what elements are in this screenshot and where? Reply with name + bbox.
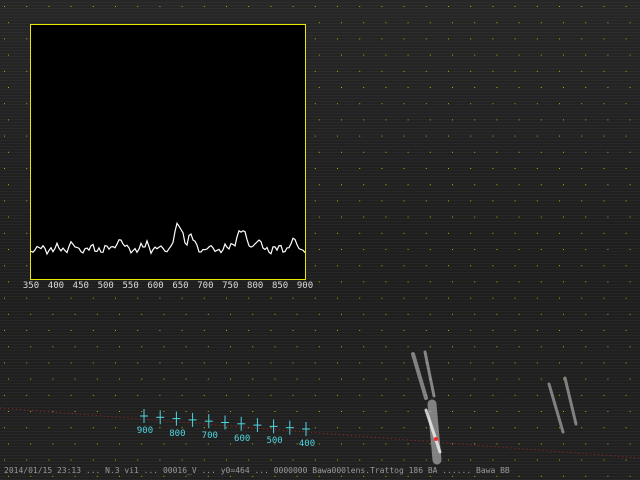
meteor-head-marker — [434, 437, 438, 441]
meteor-trail-main-a — [411, 352, 428, 400]
spectrum-axis-label: 550 — [122, 281, 139, 291]
spectrum-axis-label: 750 — [222, 281, 239, 291]
meteor-trail-right-a — [547, 382, 565, 434]
calibration-label: 900 — [136, 426, 154, 436]
spectrum-axis-label: 900 — [296, 281, 314, 291]
spectrum-axis-label: 850 — [271, 281, 289, 291]
meteor-trail-main-b — [423, 350, 436, 398]
calibration-label: 800 — [169, 428, 186, 439]
spectrum-axis-label: 450 — [72, 281, 89, 291]
spectrum-axis-label: 500 — [97, 281, 114, 291]
status-bar: 2014/01/15 23:13 ... N.3 vi1 ... 00016_V… — [4, 466, 510, 475]
calibration-label: 500 — [266, 436, 283, 447]
spectrum-axis-label: 400 — [47, 281, 65, 291]
spectrum-axis-label: 800 — [247, 281, 264, 291]
spectrum-trace-svg — [31, 221, 305, 256]
spectrum-plot-panel — [30, 24, 306, 280]
spectrum-axis-label: 350 — [22, 281, 40, 291]
calibration-label: 600 — [234, 433, 251, 444]
spectrum-axis-label: 700 — [197, 281, 214, 291]
spectrum-trace — [31, 221, 305, 256]
calibration-markers — [140, 409, 310, 436]
meteor-trail-right-b — [563, 376, 578, 426]
meteor-trajectory-line — [0, 407, 640, 459]
calibration-label: 400 — [298, 439, 316, 449]
spectrum-axis-label: 650 — [172, 281, 189, 291]
calibration-label: 700 — [201, 431, 218, 442]
meteor-trails — [411, 350, 578, 465]
spectrum-axis-label: 600 — [147, 281, 164, 291]
spectrum-x-axis-labels: 350 400 450 500 550 600 650 700 750 800 850 900 — [0, 281, 640, 293]
